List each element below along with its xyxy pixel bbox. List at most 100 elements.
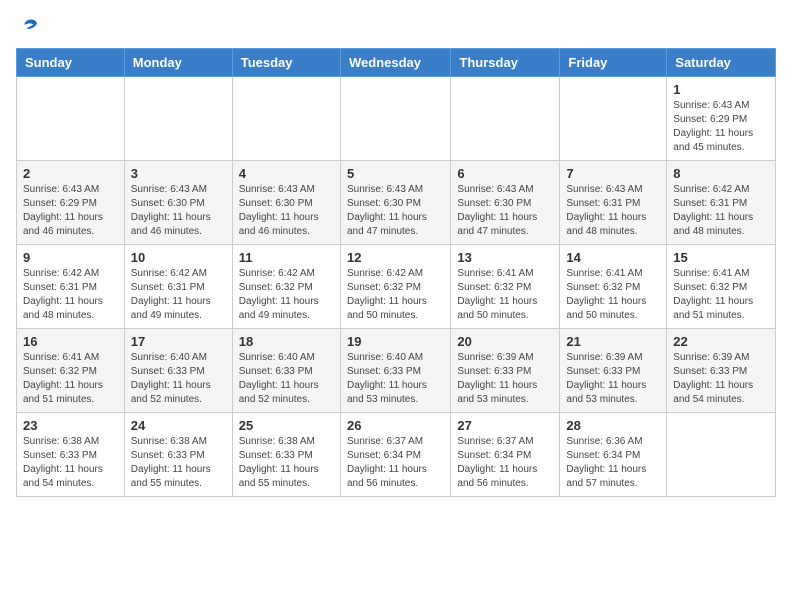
day-info: Sunrise: 6:43 AM Sunset: 6:30 PM Dayligh…	[457, 183, 553, 239]
day-number: 2	[23, 166, 118, 181]
calendar-cell: 24 Sunrise: 6:38 AM Sunset: 6:33 PM Dayli…	[124, 413, 232, 497]
weekday-header-friday: Friday	[560, 49, 667, 77]
day-number: 4	[239, 166, 334, 181]
logo-bird-icon	[20, 16, 40, 36]
day-number: 3	[131, 166, 226, 181]
calendar-cell: 3 Sunrise: 6:43 AM Sunset: 6:30 PM Daylig…	[124, 161, 232, 245]
calendar-cell	[232, 77, 340, 161]
calendar-cell: 8 Sunrise: 6:42 AM Sunset: 6:31 PM Daylig…	[667, 161, 776, 245]
day-number: 27	[457, 418, 553, 433]
calendar-cell: 5 Sunrise: 6:43 AM Sunset: 6:30 PM Daylig…	[340, 161, 450, 245]
calendar-cell	[124, 77, 232, 161]
calendar-cell: 13 Sunrise: 6:41 AM Sunset: 6:32 PM Dayli…	[451, 245, 560, 329]
calendar-cell	[667, 413, 776, 497]
day-info: Sunrise: 6:38 AM Sunset: 6:33 PM Dayligh…	[131, 435, 226, 491]
day-info: Sunrise: 6:43 AM Sunset: 6:30 PM Dayligh…	[131, 183, 226, 239]
day-number: 16	[23, 334, 118, 349]
day-info: Sunrise: 6:43 AM Sunset: 6:30 PM Dayligh…	[347, 183, 444, 239]
day-number: 25	[239, 418, 334, 433]
day-number: 7	[566, 166, 660, 181]
calendar-cell: 23 Sunrise: 6:38 AM Sunset: 6:33 PM Dayli…	[17, 413, 125, 497]
calendar-cell: 27 Sunrise: 6:37 AM Sunset: 6:34 PM Dayli…	[451, 413, 560, 497]
week-row-1: 2 Sunrise: 6:43 AM Sunset: 6:29 PM Daylig…	[17, 161, 776, 245]
day-number: 5	[347, 166, 444, 181]
day-number: 12	[347, 250, 444, 265]
day-number: 21	[566, 334, 660, 349]
calendar-cell: 6 Sunrise: 6:43 AM Sunset: 6:30 PM Daylig…	[451, 161, 560, 245]
day-info: Sunrise: 6:37 AM Sunset: 6:34 PM Dayligh…	[347, 435, 444, 491]
calendar-cell: 12 Sunrise: 6:42 AM Sunset: 6:32 PM Dayli…	[340, 245, 450, 329]
calendar-cell: 26 Sunrise: 6:37 AM Sunset: 6:34 PM Dayli…	[340, 413, 450, 497]
day-number: 1	[673, 82, 769, 97]
week-row-4: 23 Sunrise: 6:38 AM Sunset: 6:33 PM Dayli…	[17, 413, 776, 497]
day-number: 19	[347, 334, 444, 349]
day-info: Sunrise: 6:40 AM Sunset: 6:33 PM Dayligh…	[347, 351, 444, 407]
day-number: 13	[457, 250, 553, 265]
week-row-2: 9 Sunrise: 6:42 AM Sunset: 6:31 PM Daylig…	[17, 245, 776, 329]
calendar-cell: 15Sunrise: 6:41 AM Sunset: 6:32 PM Dayli…	[667, 245, 776, 329]
day-info: Sunrise: 6:37 AM Sunset: 6:34 PM Dayligh…	[457, 435, 553, 491]
weekday-header-sunday: Sunday	[17, 49, 125, 77]
calendar-cell: 18 Sunrise: 6:40 AM Sunset: 6:33 PM Dayli…	[232, 329, 340, 413]
day-number: 22	[673, 334, 769, 349]
week-row-3: 16 Sunrise: 6:41 AM Sunset: 6:32 PM Dayli…	[17, 329, 776, 413]
calendar-cell	[340, 77, 450, 161]
day-info: Sunrise: 6:41 AM Sunset: 6:32 PM Dayligh…	[673, 267, 769, 323]
day-number: 24	[131, 418, 226, 433]
day-number: 17	[131, 334, 226, 349]
day-info: Sunrise: 6:39 AM Sunset: 6:33 PM Dayligh…	[673, 351, 769, 407]
calendar-cell: 21 Sunrise: 6:39 AM Sunset: 6:33 PM Dayli…	[560, 329, 667, 413]
day-info: Sunrise: 6:42 AM Sunset: 6:31 PM Dayligh…	[131, 267, 226, 323]
calendar-cell: 25 Sunrise: 6:38 AM Sunset: 6:33 PM Dayli…	[232, 413, 340, 497]
day-info: Sunrise: 6:41 AM Sunset: 6:32 PM Dayligh…	[566, 267, 660, 323]
calendar-cell: 28 Sunrise: 6:36 AM Sunset: 6:34 PM Dayli…	[560, 413, 667, 497]
day-number: 8	[673, 166, 769, 181]
weekday-header-saturday: Saturday	[667, 49, 776, 77]
day-info: Sunrise: 6:38 AM Sunset: 6:33 PM Dayligh…	[239, 435, 334, 491]
calendar-cell: 9 Sunrise: 6:42 AM Sunset: 6:31 PM Daylig…	[17, 245, 125, 329]
day-info: Sunrise: 6:42 AM Sunset: 6:32 PM Dayligh…	[347, 267, 444, 323]
calendar-cell	[17, 77, 125, 161]
weekday-header-tuesday: Tuesday	[232, 49, 340, 77]
day-number: 26	[347, 418, 444, 433]
day-number: 10	[131, 250, 226, 265]
calendar-cell: 16 Sunrise: 6:41 AM Sunset: 6:32 PM Dayli…	[17, 329, 125, 413]
day-number: 23	[23, 418, 118, 433]
day-number: 9	[23, 250, 118, 265]
day-info: Sunrise: 6:36 AM Sunset: 6:34 PM Dayligh…	[566, 435, 660, 491]
day-info: Sunrise: 6:43 AM Sunset: 6:30 PM Dayligh…	[239, 183, 334, 239]
day-info: Sunrise: 6:41 AM Sunset: 6:32 PM Dayligh…	[457, 267, 553, 323]
day-info: Sunrise: 6:40 AM Sunset: 6:33 PM Dayligh…	[131, 351, 226, 407]
logo	[16, 16, 40, 36]
calendar-cell: 10 Sunrise: 6:42 AM Sunset: 6:31 PM Dayli…	[124, 245, 232, 329]
day-info: Sunrise: 6:38 AM Sunset: 6:33 PM Dayligh…	[23, 435, 118, 491]
calendar-cell: 20Sunrise: 6:39 AM Sunset: 6:33 PM Dayli…	[451, 329, 560, 413]
calendar-cell: 4 Sunrise: 6:43 AM Sunset: 6:30 PM Daylig…	[232, 161, 340, 245]
day-info: Sunrise: 6:42 AM Sunset: 6:31 PM Dayligh…	[23, 267, 118, 323]
calendar-cell: 11Sunrise: 6:42 AM Sunset: 6:32 PM Dayli…	[232, 245, 340, 329]
calendar-cell: 14 Sunrise: 6:41 AM Sunset: 6:32 PM Dayli…	[560, 245, 667, 329]
calendar-cell: 19 Sunrise: 6:40 AM Sunset: 6:33 PM Dayli…	[340, 329, 450, 413]
day-info: Sunrise: 6:43 AM Sunset: 6:29 PM Dayligh…	[673, 99, 769, 155]
calendar-cell: 2 Sunrise: 6:43 AM Sunset: 6:29 PM Daylig…	[17, 161, 125, 245]
day-number: 11	[239, 250, 334, 265]
weekday-header-row: SundayMondayTuesdayWednesdayThursdayFrid…	[17, 49, 776, 77]
weekday-header-thursday: Thursday	[451, 49, 560, 77]
calendar-cell: 22 Sunrise: 6:39 AM Sunset: 6:33 PM Dayli…	[667, 329, 776, 413]
day-number: 6	[457, 166, 553, 181]
day-info: Sunrise: 6:43 AM Sunset: 6:31 PM Dayligh…	[566, 183, 660, 239]
calendar-table: SundayMondayTuesdayWednesdayThursdayFrid…	[16, 48, 776, 497]
day-number: 20	[457, 334, 553, 349]
week-row-0: 1 Sunrise: 6:43 AM Sunset: 6:29 PM Daylig…	[17, 77, 776, 161]
day-number: 18	[239, 334, 334, 349]
calendar-cell	[560, 77, 667, 161]
day-info: Sunrise: 6:42 AM Sunset: 6:31 PM Dayligh…	[673, 183, 769, 239]
day-info: Sunrise: 6:41 AM Sunset: 6:32 PM Dayligh…	[23, 351, 118, 407]
day-info: Sunrise: 6:40 AM Sunset: 6:33 PM Dayligh…	[239, 351, 334, 407]
day-info: Sunrise: 6:43 AM Sunset: 6:29 PM Dayligh…	[23, 183, 118, 239]
day-number: 28	[566, 418, 660, 433]
header	[16, 16, 776, 36]
day-number: 14	[566, 250, 660, 265]
calendar-cell: 7 Sunrise: 6:43 AM Sunset: 6:31 PM Daylig…	[560, 161, 667, 245]
day-info: Sunrise: 6:39 AM Sunset: 6:33 PM Dayligh…	[566, 351, 660, 407]
